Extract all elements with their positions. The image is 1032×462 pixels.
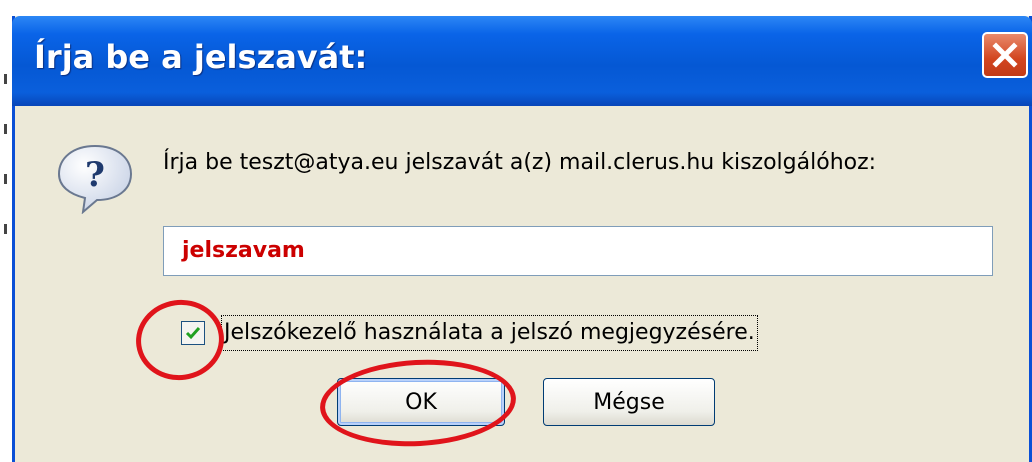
dialog-title: Írja be a jelszavát:: [34, 38, 368, 76]
dialog-body: ? Írja be teszt@atya.eu jelszavát a(z) m…: [15, 106, 1029, 462]
close-x-icon: [992, 42, 1018, 68]
background-window-edge: [0, 14, 12, 462]
question-balloon-icon: ?: [57, 144, 133, 214]
remember-password-label[interactable]: Jelszókezelő használata a jelszó megjegy…: [221, 315, 758, 351]
password-dialog: Írja be a jelszavát: ? Írja be teszt@aty…: [12, 16, 1032, 462]
dialog-titlebar[interactable]: Írja be a jelszavát:: [12, 16, 1032, 106]
cancel-button[interactable]: Mégse: [543, 378, 715, 426]
background-window-fragment: [0, 0, 1032, 14]
password-field[interactable]: jelszavam: [163, 226, 993, 276]
svg-text:?: ?: [85, 155, 105, 195]
close-button[interactable]: [982, 32, 1028, 78]
prompt-text: Írja be teszt@atya.eu jelszavát a(z) mai…: [163, 150, 877, 175]
